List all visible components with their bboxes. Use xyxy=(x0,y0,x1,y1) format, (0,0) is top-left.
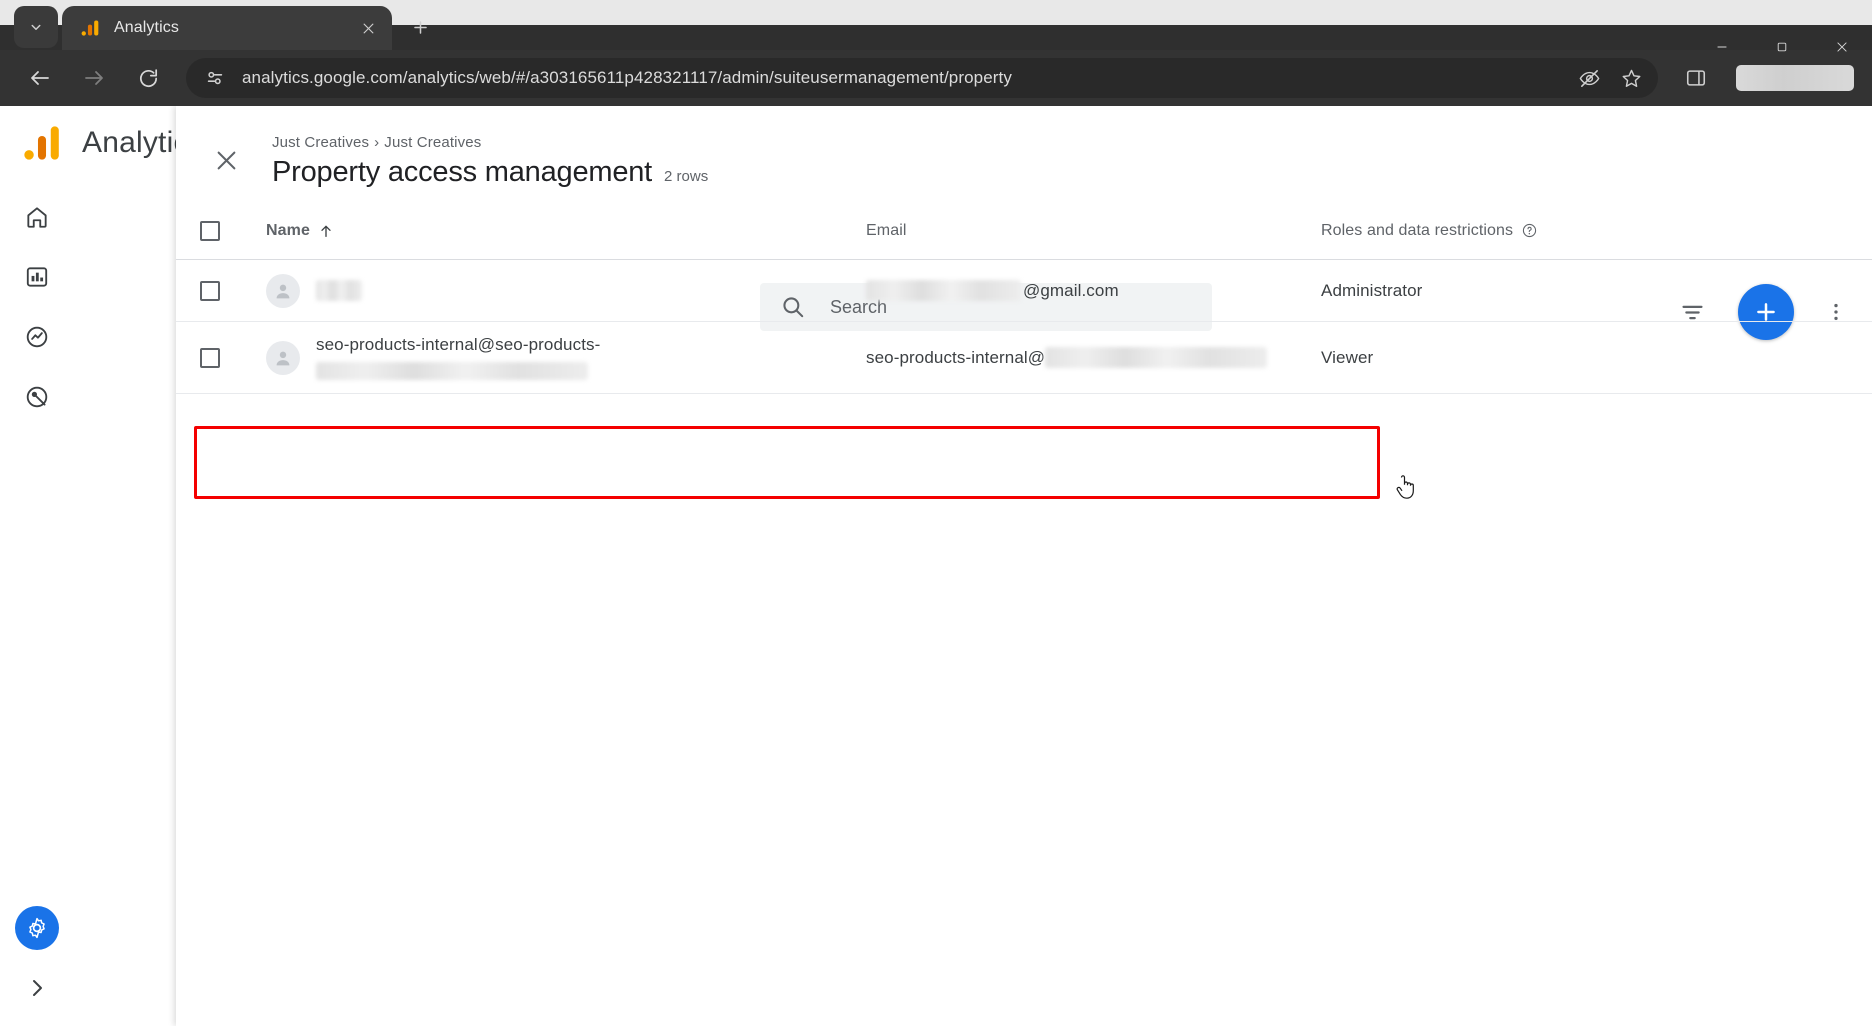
breadcrumb-property: Just Creatives xyxy=(384,134,482,151)
page-viewport: Analytics Just Creatives › Just Creative… xyxy=(0,106,1872,1026)
forward-button[interactable] xyxy=(72,56,116,100)
admin-settings-button[interactable] xyxy=(15,906,59,950)
avatar xyxy=(266,273,300,308)
breadcrumb-separator: › xyxy=(374,134,380,151)
row-checkbox[interactable] xyxy=(200,347,220,368)
service-account-name: seo-products-internal@seo-products- xyxy=(316,335,601,354)
sidebar-item-home[interactable] xyxy=(12,192,62,242)
arrow-up-icon xyxy=(321,225,331,237)
row-name-cell xyxy=(266,273,866,308)
close-window-button[interactable] xyxy=(1812,25,1872,69)
maximize-icon xyxy=(1777,42,1787,52)
dialog-header: Just Creatives › Just Creatives Property a… xyxy=(176,106,1872,202)
side-panel-icon xyxy=(1686,70,1706,86)
sidebar-item-reports[interactable] xyxy=(12,252,62,302)
bar-chart-icon xyxy=(26,267,48,287)
browser-window: Analytics analytics.google.com/analytics… xyxy=(0,0,1872,1026)
minimize-icon xyxy=(1717,46,1727,48)
advertising-icon xyxy=(26,386,48,408)
url-text: analytics.google.com/analytics/web/#/a30… xyxy=(242,68,1012,87)
column-header-roles: Roles and data restrictions xyxy=(1321,221,1514,239)
sidebar-item-explore[interactable] xyxy=(12,312,62,362)
email-prefix: seo-products-internal@ xyxy=(866,347,1046,367)
table-row[interactable]: @gmail.com Administrator xyxy=(176,260,1872,322)
home-icon xyxy=(27,207,47,228)
annotation-highlight-rectangle xyxy=(194,426,1380,499)
row-role-cell: Administrator xyxy=(1321,281,1872,301)
gear-icon xyxy=(29,917,45,939)
star-icon[interactable] xyxy=(1616,63,1646,93)
header-email-cell[interactable]: Email xyxy=(866,222,1321,240)
email-suffix: @gmail.com xyxy=(1023,280,1119,300)
select-all-cell xyxy=(200,220,266,241)
row-email-cell: seo-products-internal@ xyxy=(866,347,1321,368)
minimize-button[interactable] xyxy=(1692,25,1752,69)
avatar xyxy=(266,340,300,375)
browser-tab[interactable]: Analytics xyxy=(62,6,392,50)
row-role-cell: Viewer xyxy=(1321,348,1872,368)
redacted-name-second-line xyxy=(316,362,588,380)
row-count-label: 2 rows xyxy=(664,168,709,185)
reload-button[interactable] xyxy=(126,56,170,100)
breadcrumb[interactable]: Just Creatives › Just Creatives xyxy=(272,134,708,151)
explore-icon xyxy=(26,326,48,348)
role-value: Administrator xyxy=(1321,280,1423,300)
table-header-row: Name Email Roles and data restrictions xyxy=(176,202,1872,260)
chevron-down-icon xyxy=(31,24,41,30)
close-dialog-button[interactable] xyxy=(198,132,254,188)
row-checkbox[interactable] xyxy=(200,280,220,301)
access-table: Name Email Roles and data restrictions @… xyxy=(176,202,1872,394)
tab-strip: Analytics xyxy=(0,0,1872,52)
back-button[interactable] xyxy=(18,56,62,100)
help-circle-icon[interactable] xyxy=(1521,222,1538,239)
column-header-name-label: Name xyxy=(266,221,310,239)
analytics-favicon-icon xyxy=(81,20,99,36)
analytics-rail-bottom xyxy=(0,906,74,1008)
sidebar-item-advertising[interactable] xyxy=(12,372,62,422)
expand-rail-button[interactable] xyxy=(17,968,57,1008)
table-row[interactable]: seo-products-internal@seo-products- seo-… xyxy=(176,322,1872,394)
chevron-right-icon xyxy=(33,980,42,996)
close-icon xyxy=(363,23,373,33)
maximize-button[interactable] xyxy=(1752,25,1812,69)
tune-site-settings-icon[interactable] xyxy=(200,63,230,93)
redacted-email xyxy=(866,280,1021,301)
reload-icon xyxy=(139,68,157,87)
row-email-cell: @gmail.com xyxy=(866,280,1321,301)
window-controls xyxy=(1692,25,1872,69)
mouse-cursor-pointer xyxy=(1396,475,1414,499)
row-select-cell xyxy=(200,280,266,301)
column-header-email: Email xyxy=(866,221,907,239)
redacted-name xyxy=(316,280,362,301)
back-arrow-icon xyxy=(31,71,49,85)
name-stack: seo-products-internal@seo-products- xyxy=(316,335,600,380)
column-header-name: Name xyxy=(266,222,334,240)
dialog-title-block: Just Creatives › Just Creatives Property a… xyxy=(272,132,708,189)
person-avatar-icon xyxy=(276,284,290,298)
row-select-cell xyxy=(200,347,266,368)
forward-arrow-icon xyxy=(85,71,103,85)
row-name-cell: seo-products-internal@seo-products- xyxy=(266,335,866,380)
close-icon xyxy=(1837,42,1847,52)
header-name-cell[interactable]: Name xyxy=(266,222,866,240)
analytics-logo-icon xyxy=(16,117,68,169)
tab-close-button[interactable] xyxy=(356,16,380,40)
person-avatar-icon xyxy=(276,351,290,365)
browser-toolbar: analytics.google.com/analytics/web/#/a30… xyxy=(0,50,1872,106)
header-roles-cell[interactable]: Roles and data restrictions xyxy=(1321,222,1872,240)
eye-off-icon[interactable] xyxy=(1574,63,1604,93)
address-bar[interactable]: analytics.google.com/analytics/web/#/a30… xyxy=(186,58,1658,98)
page-title: Property access management xyxy=(272,156,653,188)
tab-title: Analytics xyxy=(114,19,179,36)
redacted-email-domain xyxy=(1045,347,1268,368)
plus-icon xyxy=(413,20,427,34)
role-value: Viewer xyxy=(1321,347,1374,367)
new-tab-button[interactable] xyxy=(400,7,440,47)
close-icon xyxy=(217,151,235,169)
select-all-checkbox[interactable] xyxy=(200,220,220,241)
tab-search-button[interactable] xyxy=(14,6,58,48)
property-access-management-dialog: Just Creatives › Just Creatives Property a… xyxy=(176,106,1872,1026)
analytics-left-rail xyxy=(0,180,74,1026)
breadcrumb-account: Just Creatives xyxy=(272,134,370,151)
